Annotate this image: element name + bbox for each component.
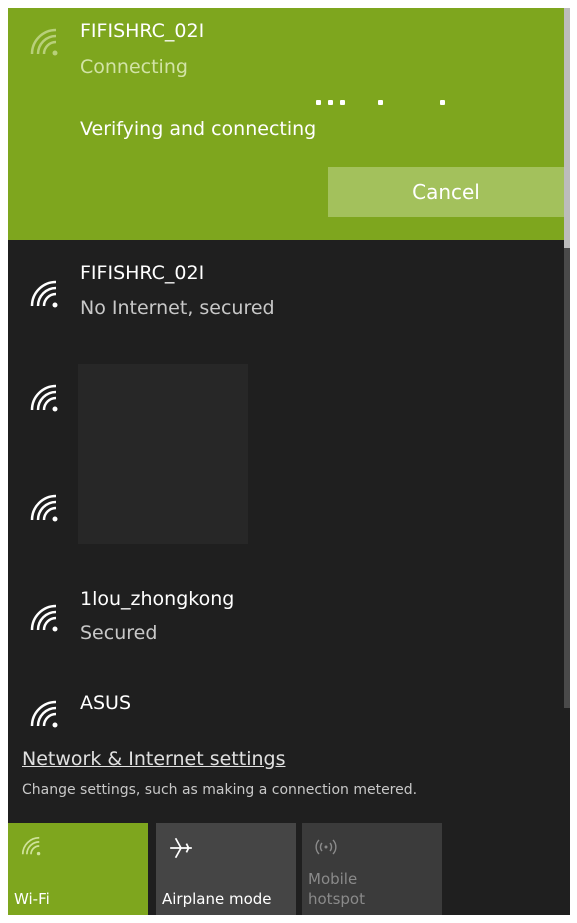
network-status: Secured [80,622,158,644]
wifi-signal-icon [30,604,58,632]
mobile-hotspot-tile[interactable]: Mobile hotspot [302,823,442,915]
airplane-mode-tile[interactable]: Airplane mode [156,823,296,915]
network-name: 1lou_zhongkong [80,588,235,610]
wifi-signal-icon [30,700,58,728]
tile-label: Airplane mode [162,890,272,908]
network-item[interactable] [8,374,564,424]
network-ssid: FIFISHRC_02I [80,20,205,42]
wifi-signal-icon [30,384,58,412]
network-item[interactable] [8,484,564,534]
network-name: FIFISHRC_02I [80,262,205,284]
wifi-signal-icon [30,280,58,308]
cancel-button[interactable]: Cancel [328,167,564,217]
wifi-signal-icon [30,28,58,56]
tile-label: Wi-Fi [14,890,50,908]
progress-dots [8,100,564,108]
scrollbar-thumb[interactable] [564,8,570,248]
network-item[interactable]: ASUS [8,692,564,732]
tile-label: Mobile hotspot [308,870,365,908]
network-status: No Internet, secured [80,297,275,319]
settings-description: Change settings, such as making a connec… [22,782,418,798]
wifi-icon [21,836,41,856]
wifi-toggle-tile[interactable]: Wi-Fi [8,823,148,915]
verify-status-text: Verifying and connecting [80,118,317,140]
network-item[interactable]: 1lou_zhongkong Secured [8,588,564,668]
network-item[interactable]: FIFISHRC_02I No Internet, secured [8,262,564,342]
airplane-icon [170,837,192,859]
network-name: ASUS [80,692,132,714]
wifi-signal-icon [30,494,58,522]
network-settings-link[interactable]: Network & Internet settings [22,748,285,770]
network-flyout: FIFISHRC_02I Connecting Verifying and co… [8,8,570,915]
hotspot-icon [315,839,337,855]
scrollbar-track[interactable] [564,8,570,708]
connecting-network-card[interactable]: FIFISHRC_02I Connecting Verifying and co… [8,8,564,240]
network-status: Connecting [80,56,188,78]
